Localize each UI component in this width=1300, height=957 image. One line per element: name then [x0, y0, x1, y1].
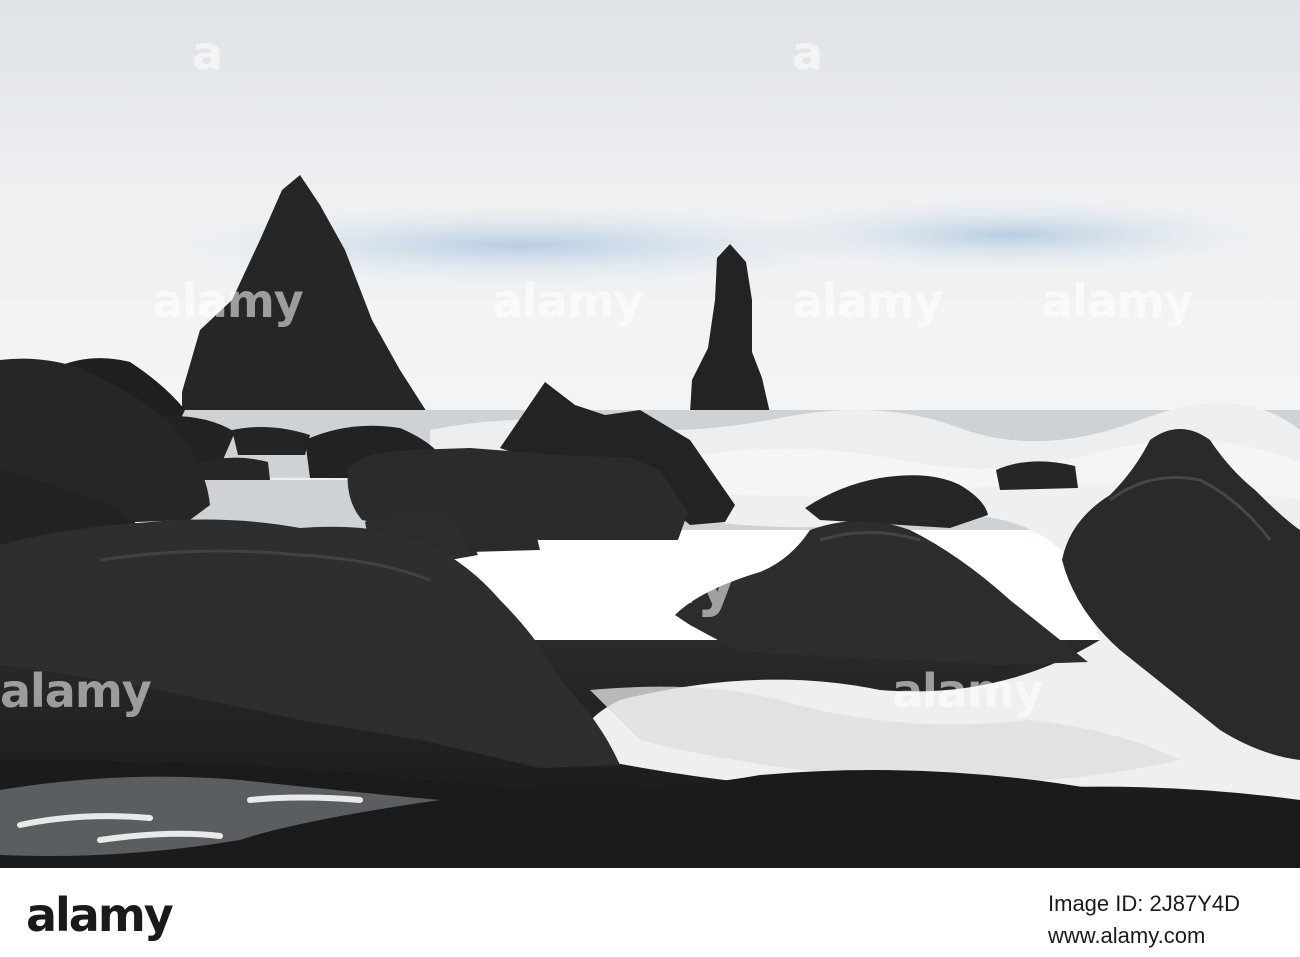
beach-photo: alamy alamy alamy alamy a a alamy alamy … — [0, 0, 1300, 868]
image-id-label: Image ID: 2J87Y4D — [1048, 891, 1240, 916]
blue-sky-patch — [750, 200, 1270, 270]
rock — [996, 461, 1078, 490]
brand-logo[interactable]: alamy — [26, 888, 174, 942]
site-url-link[interactable]: www.alamy.com — [1048, 923, 1205, 949]
rock — [460, 524, 540, 552]
photo-scene — [0, 0, 1300, 868]
stock-photo-page: alamy alamy alamy alamy a a alamy alamy … — [0, 0, 1300, 957]
rock-large-middle — [675, 521, 1088, 665]
